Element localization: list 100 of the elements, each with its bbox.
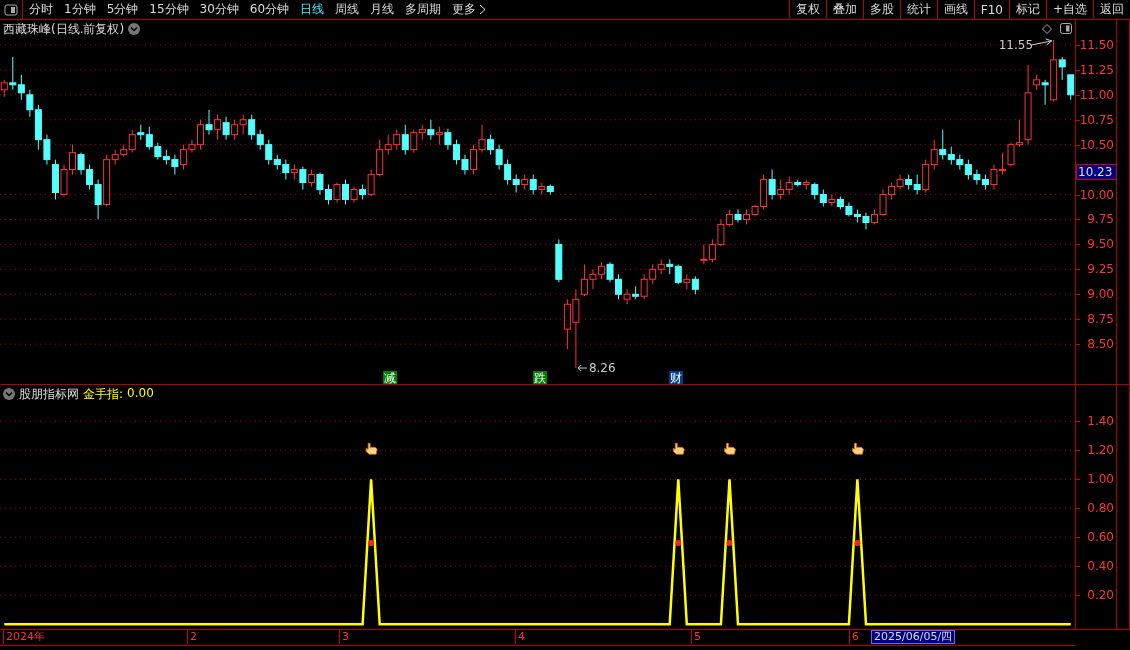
candlestick: [248, 114, 256, 141]
axis-tick: [1076, 508, 1080, 510]
axis-tick: [1076, 144, 1080, 146]
period-tab[interactable]: 日线: [300, 1, 325, 18]
date-label: 2: [187, 630, 197, 644]
axis-label: 1.40: [1087, 414, 1114, 429]
toolbar-button[interactable]: 标记: [1008, 0, 1046, 19]
signal-dot: [854, 540, 861, 546]
axis-label: 0.60: [1087, 530, 1114, 545]
period-tab[interactable]: 周线: [335, 1, 360, 18]
toolbar-button[interactable]: 返回: [1093, 0, 1130, 19]
axis-label: 9.25: [1087, 262, 1114, 277]
candlestick: [777, 179, 785, 201]
diamond-icon[interactable]: [1042, 23, 1052, 34]
chevron-icon: [479, 4, 487, 15]
candlestick: [734, 208, 742, 223]
pointing-hand-icon: [365, 442, 378, 455]
toolbar-button[interactable]: 画线: [936, 0, 974, 19]
date-label: 6: [849, 630, 859, 644]
axis-label: 0.40: [1087, 559, 1114, 574]
toolbar-button[interactable]: 多股: [862, 0, 900, 19]
signal-dot: [726, 540, 733, 546]
axis-label: 10.50: [1079, 137, 1114, 152]
axis-label: 10.75: [1079, 112, 1114, 127]
event-marker[interactable]: 跌: [533, 371, 547, 384]
candlestick: [674, 263, 682, 285]
axis-label: 9.75: [1087, 212, 1114, 227]
legend-label: 金手指:: [83, 385, 124, 403]
period-tab[interactable]: 30分钟: [199, 1, 239, 18]
axis-tick: [1076, 566, 1080, 568]
dropdown-icon[interactable]: [128, 23, 141, 35]
axis-label: 1.20: [1087, 443, 1114, 458]
axis-label: 8.75: [1087, 312, 1114, 327]
axis-label: 1.00: [1087, 472, 1114, 487]
candlestick: [17, 74, 25, 101]
dropdown-icon[interactable]: [3, 388, 15, 400]
axis-tick: [1076, 537, 1080, 539]
signal-dot: [368, 540, 375, 546]
axis-label: 11.00: [1079, 87, 1114, 102]
axis-tick: [1076, 119, 1080, 121]
candlestick: [1058, 56, 1066, 81]
axis-tick: [1076, 44, 1080, 46]
axis-label: 10.00: [1079, 187, 1114, 202]
toolbar-button[interactable]: +自选: [1045, 0, 1093, 19]
axis-tick: [1076, 344, 1080, 346]
axis-tick: [1076, 450, 1080, 452]
axis-label: 9.50: [1087, 237, 1114, 252]
candlestick: [1041, 79, 1049, 106]
axis-label: 11.25: [1079, 62, 1114, 77]
period-tab[interactable]: 15分钟: [149, 1, 189, 18]
period-tab[interactable]: 5分钟: [106, 1, 139, 18]
period-tab[interactable]: 更多: [452, 1, 487, 18]
axis-label: 8.50: [1087, 337, 1114, 352]
candlestick: [239, 114, 247, 136]
cursor-date: 2025/06/05/四: [871, 630, 956, 644]
pointing-hand-icon: [672, 442, 685, 455]
candlestick: [299, 166, 307, 191]
toolbar-button[interactable]: 复权: [788, 0, 826, 19]
date-label: 4: [515, 630, 525, 644]
axis-tick: [1076, 194, 1080, 196]
axis-tick: [1076, 69, 1080, 71]
event-marker[interactable]: 财: [669, 371, 683, 384]
candlestick: [930, 139, 938, 171]
pointing-hand-icon: [724, 442, 736, 455]
axis-tick: [1076, 595, 1080, 597]
period-tab[interactable]: 多周期: [405, 1, 442, 18]
indicator-value: 0.00: [127, 385, 154, 402]
candlestick: [9, 56, 17, 91]
axis-tick: [1076, 244, 1080, 246]
axis-tick: [1076, 319, 1080, 321]
candlestick: [623, 288, 631, 305]
date-label: 5: [691, 630, 701, 644]
axis-label: 0.80: [1087, 501, 1114, 516]
axis-tick: [1076, 94, 1080, 96]
axis-tick: [1076, 294, 1080, 296]
pointing-hand-icon: [852, 442, 864, 455]
axis-label: 11.50: [1079, 37, 1114, 52]
axis-tick: [1076, 219, 1080, 221]
date-label: 2024年: [3, 630, 45, 644]
period-tab[interactable]: 1分钟: [64, 1, 96, 18]
event-marker[interactable]: 减: [383, 371, 397, 384]
panel-toggle-icon[interactable]: [4, 3, 18, 16]
indicator-name: 股朋指标网: [19, 385, 79, 403]
axis-tick: [1076, 269, 1080, 271]
axis-tick: [1076, 479, 1080, 481]
candlestick: [768, 169, 776, 201]
current-price-tag: 10.23: [1076, 163, 1117, 180]
period-tab[interactable]: 月线: [370, 1, 395, 18]
period-tab[interactable]: 分时: [29, 1, 53, 18]
candlestick: [333, 182, 341, 203]
candlestick: [913, 174, 921, 196]
date-label: 3: [339, 630, 349, 644]
axis-label: 9.00: [1087, 287, 1114, 302]
toolbar-button[interactable]: F10: [973, 0, 1009, 19]
candlestick: [410, 129, 418, 154]
period-tab[interactable]: 60分钟: [249, 1, 290, 18]
candlestick: [939, 129, 947, 161]
toolbar-button[interactable]: 叠加: [825, 0, 863, 19]
toolbar-button[interactable]: 统计: [899, 0, 937, 19]
panel-toggle-icon[interactable]: [1060, 23, 1072, 34]
